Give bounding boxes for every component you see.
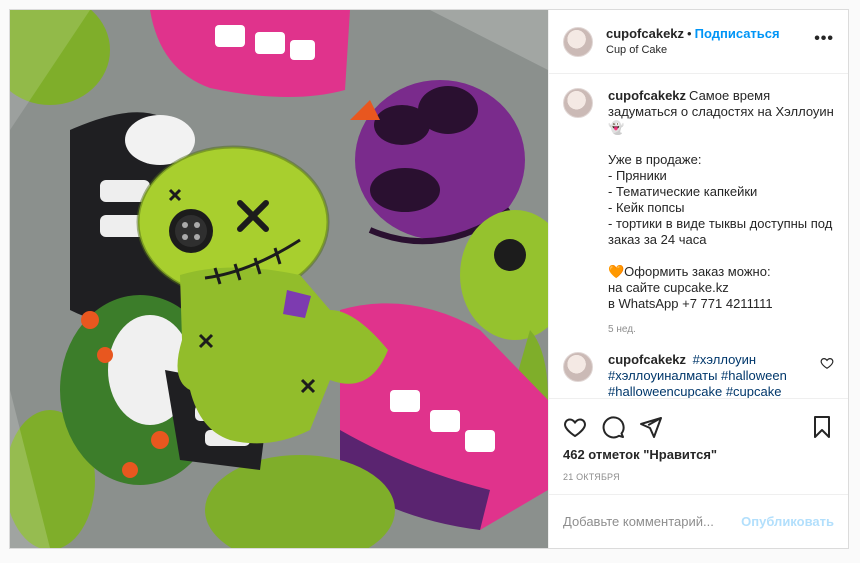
hashtag-link[interactable]: #хэллоуиналматы xyxy=(608,368,717,383)
caption: cupofcakekz Самое время задуматься о слад… xyxy=(563,88,834,338)
caption-line: - тортики в виде тыквы доступны под зака… xyxy=(608,216,833,247)
post-comment-button[interactable]: Опубликовать xyxy=(741,514,834,529)
share-icon[interactable] xyxy=(639,415,663,439)
post-header: cupofcakekz • Подписаться Cup of Cake ••• xyxy=(549,10,848,74)
comment-icon[interactable] xyxy=(601,415,625,439)
avatar[interactable] xyxy=(563,352,593,382)
heart-icon[interactable] xyxy=(820,356,834,370)
caption-line: 🧡Оформить заказ можно: xyxy=(608,264,771,279)
hashtag-link[interactable]: #halloween xyxy=(721,368,787,383)
hashtag-link[interactable]: #halloweencupcake xyxy=(608,384,722,398)
caption-age[interactable]: 5 нед. xyxy=(608,322,834,338)
comment-input[interactable] xyxy=(563,514,742,529)
halloween-cookies-image xyxy=(10,10,548,548)
likes-count[interactable]: 462 отметок "Нравится" xyxy=(563,447,834,462)
avatar[interactable] xyxy=(563,26,593,57)
hashtag-link[interactable]: #хэллоуин xyxy=(693,352,756,367)
avatar[interactable] xyxy=(563,88,593,118)
caption-line: - Пряники xyxy=(608,168,667,183)
instagram-post: cupofcakekz • Подписаться Cup of Cake ••• … xyxy=(9,9,849,549)
header-text: cupofcakekz • Подписаться Cup of Cake xyxy=(606,25,814,59)
caption-body: cupofcakekz Самое время задуматься о слад… xyxy=(608,88,834,338)
post-sidebar: cupofcakekz • Подписаться Cup of Cake ••• … xyxy=(548,10,848,548)
comment-body: cupofcakekz #хэллоуин #хэллоуиналматы #h… xyxy=(608,352,814,398)
caption-line: в WhatsApp +7 771 4211111 xyxy=(608,296,773,311)
caption-line: - Кейк попсы xyxy=(608,200,685,215)
caption-line: - Тематические капкейки xyxy=(608,184,758,199)
comments-list: cupofcakekz Самое время задуматься о слад… xyxy=(549,74,848,398)
bookmark-icon[interactable] xyxy=(810,415,834,439)
post-date[interactable]: 21 ОКТЯБРЯ xyxy=(563,472,834,494)
actions-section: 462 отметок "Нравится" 21 ОКТЯБРЯ xyxy=(549,398,848,494)
follow-button[interactable]: Подписаться xyxy=(695,26,780,41)
post-photo[interactable] xyxy=(10,10,548,548)
username-link[interactable]: cupofcakekz xyxy=(606,26,684,41)
caption-username[interactable]: cupofcakekz xyxy=(608,88,686,103)
heart-icon[interactable] xyxy=(563,415,587,439)
caption-line: на сайте cupcake.kz xyxy=(608,280,729,295)
caption-line: Уже в продаже: xyxy=(608,152,702,167)
comment-username[interactable]: cupofcakekz xyxy=(608,352,686,367)
caption-gap xyxy=(608,248,834,264)
hashtag-link[interactable]: #cupcake xyxy=(726,384,782,398)
action-bar xyxy=(563,407,834,447)
caption-gap xyxy=(608,136,834,152)
more-horizontal-icon[interactable]: ••• xyxy=(814,30,834,54)
comment-item: cupofcakekz #хэллоуин #хэллоуиналматы #h… xyxy=(563,352,834,398)
add-comment-bar: Опубликовать xyxy=(549,494,848,548)
separator: • xyxy=(687,25,692,41)
account-subtitle[interactable]: Cup of Cake xyxy=(606,42,814,59)
